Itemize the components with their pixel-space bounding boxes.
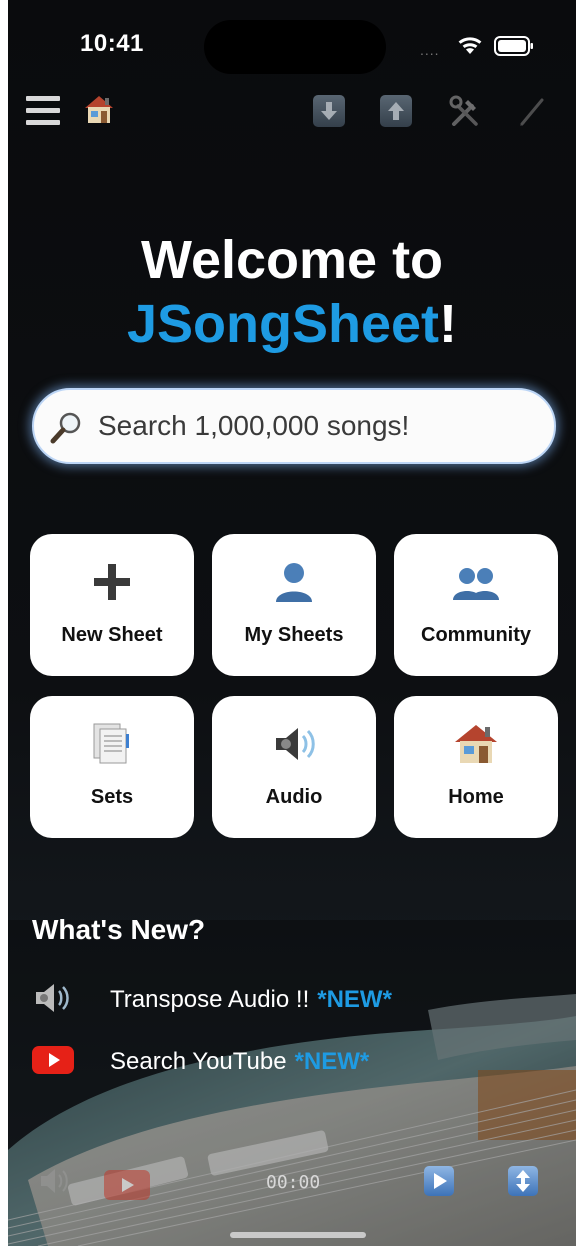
brand-suffix: ! (439, 294, 458, 354)
house-icon (455, 725, 497, 763)
people-icon (453, 568, 499, 600)
news-item-text: Transpose Audio !! *NEW* (110, 986, 392, 1014)
status-time: 10:41 (80, 30, 144, 57)
welcome-heading: Welcome to JSongSheet! (8, 228, 576, 356)
tile-label: Sets (90, 786, 134, 808)
search-input[interactable] (98, 390, 538, 462)
play-button[interactable] (424, 1166, 454, 1196)
documents-icon (93, 723, 129, 764)
tile-label: Audio (265, 786, 323, 808)
dynamic-island (204, 20, 386, 74)
pen-icon[interactable] (516, 94, 548, 128)
person-icon (276, 563, 312, 602)
home-button[interactable]: Home (394, 696, 558, 838)
welcome-brand-line: JSongSheet! (8, 292, 576, 356)
speaker-icon (276, 728, 315, 760)
app-screen: 10:41 .... Welcome to JSongSheet! Search… (8, 0, 576, 1246)
tile-label: New Sheet (61, 624, 163, 646)
player-time: 00:00 (266, 1172, 321, 1193)
news-title: Transpose Audio !! (110, 986, 310, 1013)
sets-button[interactable]: Sets (30, 696, 194, 838)
new-badge: *NEW* (317, 986, 392, 1013)
tile-label: Home (448, 786, 504, 808)
download-icon (321, 102, 337, 120)
wifi-icon (458, 37, 482, 54)
brand-name: JSongSheet (126, 294, 440, 354)
youtube-icon (32, 1046, 74, 1074)
speaker-icon (36, 984, 69, 1012)
download-button[interactable] (313, 95, 345, 127)
upload-button[interactable] (380, 95, 412, 127)
youtube-icon[interactable] (104, 1170, 150, 1200)
news-title: Search YouTube (110, 1048, 287, 1075)
upload-icon (388, 102, 404, 120)
welcome-line: Welcome to (140, 230, 444, 290)
new-badge: *NEW* (294, 1048, 370, 1075)
new-sheet-button[interactable]: New Sheet (30, 534, 194, 676)
search-bar[interactable] (32, 388, 556, 464)
tile-label: My Sheets (244, 624, 344, 646)
plus-icon (94, 564, 130, 600)
audio-button[interactable]: Audio (212, 696, 376, 838)
news-item-transpose-audio[interactable]: Transpose Audio !! *NEW* (32, 978, 552, 1022)
my-sheets-button[interactable]: My Sheets (212, 534, 376, 676)
news-item-text: Search YouTube *NEW* (110, 1048, 369, 1076)
whats-new-heading: What's New? (32, 914, 206, 945)
community-button[interactable]: Community (394, 534, 558, 676)
tools-icon[interactable] (448, 94, 482, 128)
news-item-search-youtube[interactable]: Search YouTube *NEW* (32, 1040, 552, 1084)
battery-icon (494, 36, 533, 56)
search-icon (50, 412, 81, 444)
play-icon (434, 1173, 447, 1189)
tile-label: Community (421, 624, 531, 646)
home-icon[interactable] (82, 92, 116, 126)
menu-icon[interactable] (26, 96, 60, 126)
signal-indicator: .... (420, 42, 440, 58)
scroll-icon (516, 1170, 530, 1192)
speaker-icon[interactable] (38, 1166, 70, 1196)
auto-scroll-button[interactable] (508, 1166, 538, 1196)
home-indicator[interactable] (230, 1232, 366, 1238)
